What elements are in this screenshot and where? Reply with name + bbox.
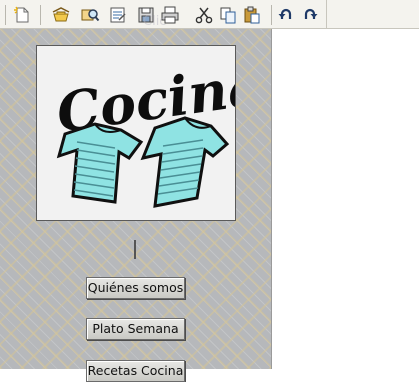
undo-icon[interactable] <box>276 5 296 25</box>
preview-icon[interactable] <box>80 5 100 25</box>
quienes-somos-button[interactable]: Quiénes somos <box>86 277 185 299</box>
page-canvas[interactable]: Cocina Quiénes somos Plato Semana Receta… <box>0 29 271 382</box>
properties-icon[interactable] <box>108 5 128 25</box>
toolbar-edge <box>326 0 327 29</box>
chef-shirt-right-icon <box>140 116 230 208</box>
plato-semana-button[interactable]: Plato Semana <box>86 318 185 340</box>
cut-icon[interactable] <box>194 5 214 25</box>
recetas-cocina-button[interactable]: Recetas Cocina <box>86 360 185 382</box>
redo-icon[interactable] <box>300 5 320 25</box>
open-folder-icon[interactable] <box>51 5 71 25</box>
text-caret <box>134 240 136 259</box>
watermark-text: Clic <box>143 14 167 29</box>
new-page-icon[interactable] <box>12 5 32 25</box>
toolbar-separator <box>5 5 6 25</box>
toolbar-separator <box>40 5 41 25</box>
content-pane[interactable] <box>271 29 419 369</box>
cocina-logo-image[interactable]: Cocina <box>36 45 236 221</box>
paste-icon[interactable] <box>242 5 262 25</box>
toolbar-separator <box>271 5 272 25</box>
copy-icon[interactable] <box>218 5 238 25</box>
editor-toolbar: Clic <box>0 0 419 29</box>
chef-shirt-left-icon <box>56 122 144 204</box>
